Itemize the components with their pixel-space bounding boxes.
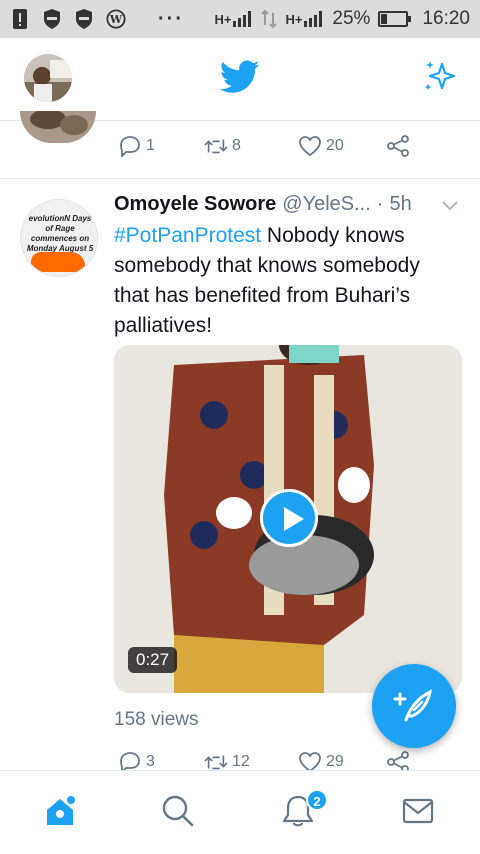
tweet-video[interactable]: 0:27	[114, 345, 462, 693]
profile-photo	[24, 54, 72, 102]
reply-count: 3	[146, 753, 155, 770]
profile-avatar[interactable]	[24, 54, 72, 102]
signal-bars-icon	[233, 11, 252, 27]
previous-tweet[interactable]: 1 8 20	[0, 111, 480, 179]
reply-button[interactable]: 1	[118, 135, 155, 157]
heart-icon	[299, 752, 321, 771]
share-button[interactable]	[386, 751, 410, 771]
view-count: 158 views	[114, 709, 199, 730]
nav-messages[interactable]	[400, 793, 440, 833]
video-duration: 0:27	[128, 647, 178, 673]
share-icon	[387, 135, 409, 157]
play-button[interactable]	[260, 489, 318, 547]
like-button[interactable]: 29	[298, 751, 344, 771]
reply-count: 1	[146, 137, 155, 154]
messages-icon	[402, 798, 434, 824]
sparkle-timeline-icon[interactable]	[422, 58, 458, 94]
data-transfer-icon	[261, 9, 278, 29]
heart-icon	[299, 136, 321, 157]
hashtag-link[interactable]: #PotPanProtest	[114, 224, 261, 247]
svg-text:W: W	[109, 13, 123, 26]
more-notifications: ···	[158, 7, 184, 30]
compose-feather-icon	[393, 689, 433, 722]
signal-2: H+	[285, 11, 324, 27]
previous-tweet-actions: 1 8 20	[0, 121, 480, 179]
nav-search[interactable]	[160, 793, 200, 833]
tweet-actions: 3 12 29	[0, 749, 480, 771]
retweet-button[interactable]: 12	[204, 751, 250, 771]
clock: 16:20	[422, 8, 470, 29]
battery-icon	[378, 11, 412, 27]
network-type-2: H+	[285, 12, 303, 27]
signal-bars-icon	[304, 11, 323, 27]
shield-icon	[44, 9, 60, 29]
wordpress-icon: W	[106, 9, 126, 29]
compose-tweet-button[interactable]	[372, 664, 456, 748]
nav-home[interactable]	[42, 793, 82, 833]
home-icon	[47, 796, 75, 825]
alert-icon	[13, 9, 27, 29]
search-icon	[162, 795, 194, 827]
shield-icon	[76, 9, 92, 29]
author-name[interactable]: Omoyele Sowore	[114, 193, 276, 216]
retweet-icon	[204, 755, 228, 770]
retweet-icon	[204, 139, 228, 154]
share-button[interactable]	[386, 135, 410, 157]
top-app-bar	[0, 38, 480, 120]
share-icon	[387, 751, 409, 771]
like-count: 29	[326, 753, 344, 770]
chevron-down-icon[interactable]	[440, 199, 460, 213]
like-button[interactable]: 20	[298, 135, 344, 157]
twitter-bird-icon[interactable]	[220, 60, 260, 94]
notification-badge: 2	[306, 789, 328, 811]
tweet-text: #PotPanProtest Nobody knows somebody tha…	[114, 221, 454, 341]
avatar-graphic	[31, 252, 85, 272]
tweet-header: Omoyele Sowore @YeleS... · 5h	[114, 193, 412, 216]
retweet-count: 8	[232, 137, 241, 154]
bottom-navigation: 2	[0, 770, 480, 854]
signal-1: H+	[214, 11, 253, 27]
reply-icon	[120, 136, 140, 157]
network-type-1: H+	[214, 12, 232, 27]
reply-button[interactable]: 3	[118, 751, 155, 771]
reply-icon	[120, 752, 140, 771]
author-handle[interactable]: @YeleS...	[282, 193, 371, 216]
battery-fill	[381, 14, 388, 24]
battery-percent: 25%	[332, 8, 371, 29]
time-separator: ·	[376, 193, 384, 215]
like-count: 20	[326, 137, 344, 154]
tweet-time: 5h	[389, 193, 412, 215]
tweet-author-avatar[interactable]: evolutionN Days of Rage commences on Mon…	[20, 199, 98, 277]
retweet-count: 12	[232, 753, 250, 770]
retweet-button[interactable]: 8	[204, 135, 241, 157]
status-bar: W ··· H+ H+ 25% 16:20	[0, 0, 480, 38]
